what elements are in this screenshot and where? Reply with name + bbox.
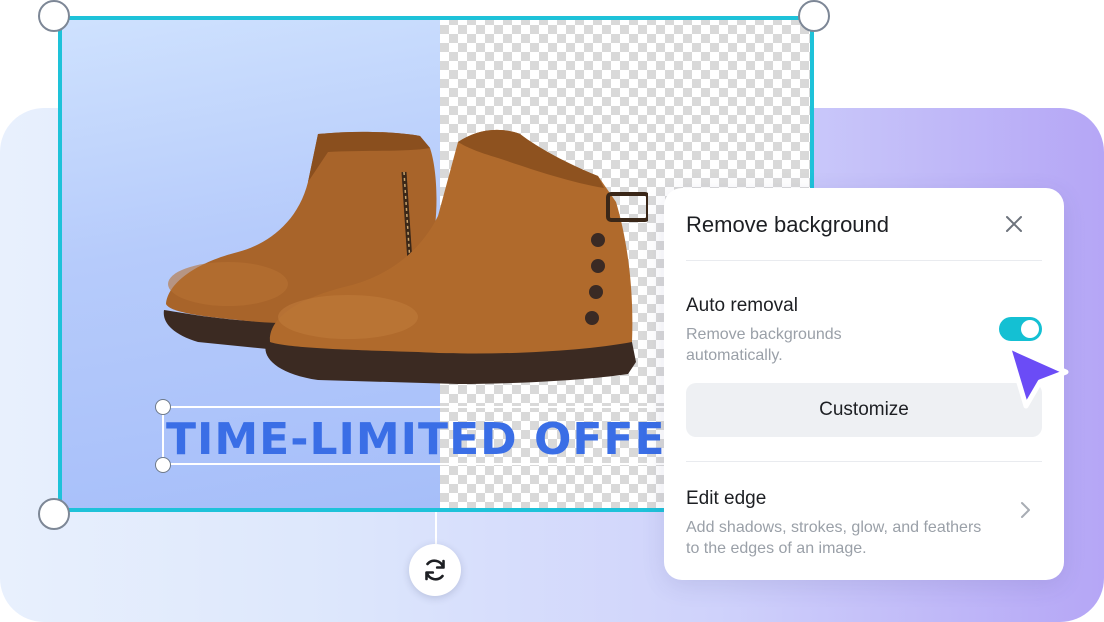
- close-icon: [1006, 216, 1022, 232]
- pointer-cursor-icon: [1005, 343, 1069, 409]
- auto-removal-toggle[interactable]: [999, 317, 1042, 341]
- text-resize-handle-top[interactable]: [155, 399, 171, 415]
- text-selection-frame: [162, 406, 702, 465]
- close-button[interactable]: [1000, 210, 1028, 238]
- toggle-knob: [1021, 320, 1039, 338]
- resize-handle-bottom-left[interactable]: [38, 498, 70, 530]
- rotate-connector: [435, 512, 437, 544]
- chevron-right-icon: [1021, 502, 1030, 518]
- resize-handle-top-right[interactable]: [798, 0, 830, 32]
- auto-removal-title: Auto removal: [686, 295, 798, 316]
- resize-handle-top-left[interactable]: [38, 0, 70, 32]
- customize-button[interactable]: Customize: [686, 383, 1042, 437]
- panel-title: Remove background: [686, 212, 890, 237]
- edit-edge-row[interactable]: Edit edge Add shadows, strokes, glow, an…: [664, 462, 1064, 572]
- rotate-icon: [425, 559, 445, 581]
- boots-image: [163, 129, 648, 384]
- divider: [686, 260, 1042, 261]
- edit-edge-description: Add shadows, strokes, glow, and feathers…: [686, 519, 982, 557]
- auto-removal-description: Remove backgrounds automatically.: [686, 326, 842, 364]
- rotate-button[interactable]: [409, 544, 461, 596]
- edit-edge-title: Edit edge: [686, 488, 767, 509]
- text-resize-handle-bottom[interactable]: [155, 457, 171, 473]
